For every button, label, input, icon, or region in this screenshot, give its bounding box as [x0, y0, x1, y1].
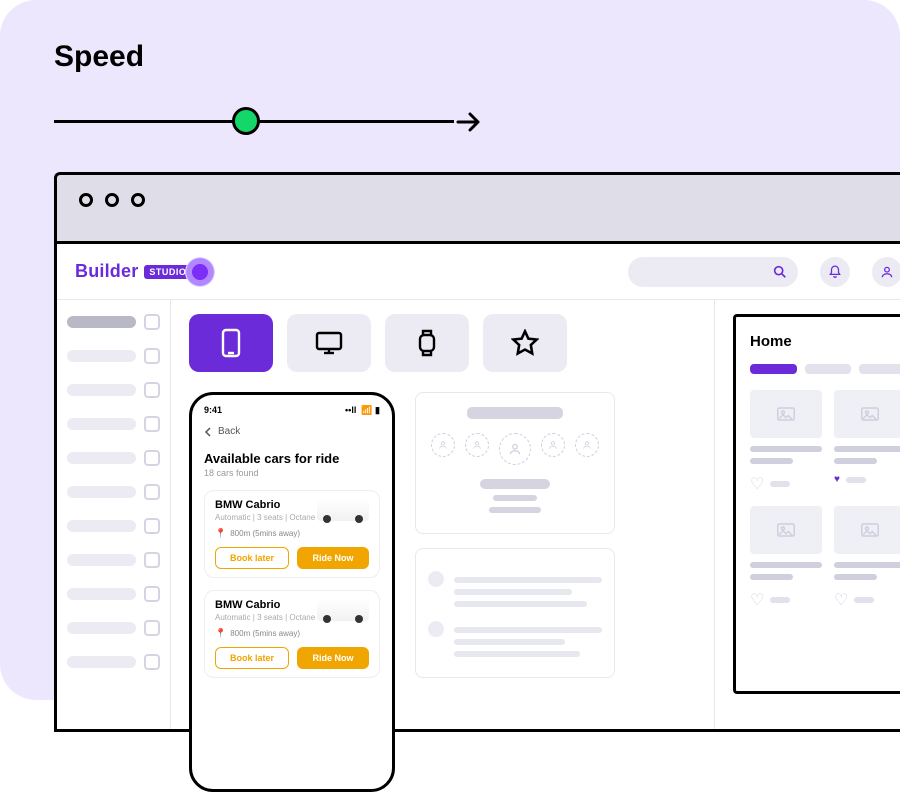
preview-tab[interactable] [805, 364, 852, 374]
window-control[interactable] [105, 193, 119, 207]
heart-icon: ♡ [834, 590, 848, 610]
preview-card[interactable]: ♡ [750, 506, 822, 610]
wireframe-panel [415, 392, 615, 534]
window-control[interactable] [79, 193, 93, 207]
preview-tab[interactable] [750, 364, 797, 374]
speed-heading: Speed [54, 40, 900, 74]
phone-icon [219, 328, 243, 358]
notifications-button[interactable] [820, 257, 850, 287]
bell-icon [428, 571, 444, 587]
car-image [317, 499, 369, 521]
car-distance: 📍800m (5mins away) [215, 528, 369, 539]
device-tab-desktop[interactable] [287, 314, 371, 372]
browser-window: Builder STUDIO [54, 172, 900, 732]
brand-name: Builder [75, 261, 138, 282]
image-placeholder-icon [750, 390, 822, 438]
sidebar [57, 300, 171, 729]
preview-tab[interactable] [859, 364, 900, 374]
preview-card[interactable]: ♡ [834, 506, 900, 610]
book-later-button[interactable]: Book later [215, 547, 289, 569]
device-tab-phone[interactable] [189, 314, 273, 372]
car-name: BMW Cabrio [215, 499, 315, 511]
search-icon [772, 264, 788, 280]
sidebar-item[interactable] [67, 382, 160, 398]
preview-title: Home [750, 333, 900, 350]
speed-handle[interactable] [232, 107, 260, 135]
sidebar-item[interactable] [67, 620, 160, 636]
book-later-button[interactable]: Book later [215, 647, 289, 669]
chevron-left-icon [204, 427, 212, 437]
sidebar-item[interactable] [67, 484, 160, 500]
pin-icon: 📍 [215, 628, 226, 639]
heart-icon[interactable]: ♥ [834, 474, 840, 485]
back-label: Back [218, 426, 240, 437]
bell-icon [828, 265, 842, 279]
avatar-icon [541, 433, 565, 457]
sidebar-item[interactable] [67, 314, 160, 330]
image-placeholder-icon [750, 506, 822, 554]
home-preview-frame: Home ♡ [733, 314, 900, 694]
avatar-icon [465, 433, 489, 457]
car-meta: Automatic | 3 seats | Octane [215, 513, 315, 522]
watch-icon [415, 328, 439, 358]
sidebar-item[interactable] [67, 586, 160, 602]
sidebar-item[interactable] [67, 416, 160, 432]
avatar-icon [499, 433, 531, 465]
heart-icon: ♡ [750, 474, 764, 494]
avatar-icon [431, 433, 455, 457]
car-card[interactable]: BMW Cabrio Automatic | 3 seats | Octane … [204, 590, 380, 678]
avatar-icon [575, 433, 599, 457]
car-name: BMW Cabrio [215, 599, 315, 611]
sidebar-item[interactable] [67, 654, 160, 670]
back-button[interactable]: Back [204, 426, 380, 437]
car-image [317, 599, 369, 621]
screen-subtitle: 18 cars found [204, 468, 380, 478]
screen-title: Available cars for ride [204, 451, 380, 466]
search-input[interactable] [628, 257, 798, 287]
brand-logo[interactable]: Builder STUDIO [75, 261, 171, 282]
pin-icon: 📍 [215, 528, 226, 539]
wireframe-panel [415, 548, 615, 678]
status-icons: ••ll 📶 ▮ [345, 405, 380, 416]
account-button[interactable] [872, 257, 900, 287]
record-icon[interactable] [185, 257, 215, 287]
sidebar-item[interactable] [67, 348, 160, 364]
device-tab-favorite[interactable] [483, 314, 567, 372]
image-placeholder-icon [834, 390, 900, 438]
desktop-icon [314, 330, 344, 356]
star-icon [511, 329, 539, 357]
heart-icon: ♡ [750, 590, 764, 610]
ride-now-button[interactable]: Ride Now [297, 547, 369, 569]
user-icon [880, 265, 894, 279]
preview-card[interactable]: ♥ [834, 390, 900, 494]
image-placeholder-icon [834, 506, 900, 554]
speed-slider[interactable] [54, 102, 454, 142]
preview-card[interactable]: ♡ [750, 390, 822, 494]
car-distance: 📍800m (5mins away) [215, 628, 369, 639]
car-card[interactable]: BMW Cabrio Automatic | 3 seats | Octane … [204, 490, 380, 578]
sidebar-item[interactable] [67, 518, 160, 534]
status-time: 9:41 [204, 405, 222, 416]
car-meta: Automatic | 3 seats | Octane [215, 613, 315, 622]
ride-now-button[interactable]: Ride Now [297, 647, 369, 669]
device-tab-watch[interactable] [385, 314, 469, 372]
sidebar-item[interactable] [67, 450, 160, 466]
phone-preview: 9:41 ••ll 📶 ▮ Back Available cars for ri… [189, 392, 395, 792]
window-control[interactable] [131, 193, 145, 207]
bell-icon [428, 621, 444, 637]
sidebar-item[interactable] [67, 552, 160, 568]
